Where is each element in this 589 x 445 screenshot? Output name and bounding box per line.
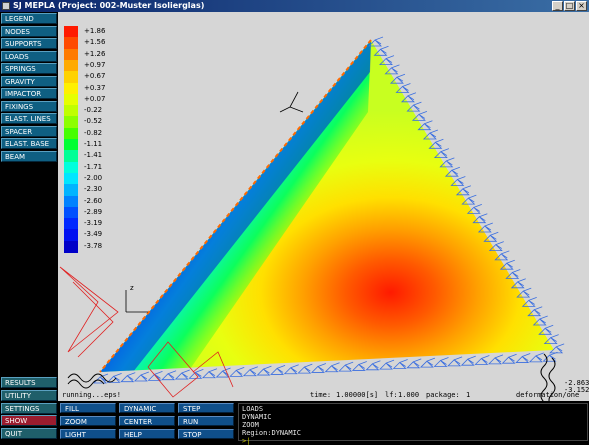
- sidebar-item-nodes[interactable]: NODES: [1, 25, 57, 37]
- title-bar: SJ MEPLA (Project: 002-Muster Isoliergla…: [0, 0, 589, 12]
- sidebar-item-spacer[interactable]: SPACER: [1, 125, 57, 137]
- command-console[interactable]: LOADS DYNAMIC ZOOM Region:DYNAMIC >|: [238, 403, 588, 445]
- package-label: package:: [426, 391, 460, 399]
- sidebar-item-fixings[interactable]: FIXINGS: [1, 100, 57, 112]
- time-value: 1.00000[s]: [336, 391, 379, 399]
- legend-swatch: [64, 127, 78, 140]
- step-button[interactable]: STEP: [178, 403, 234, 413]
- legend-swatch: [64, 161, 78, 174]
- light-button[interactable]: LIGHT: [60, 429, 116, 439]
- time-label: time:: [310, 391, 332, 399]
- sidebar-item-settings[interactable]: SETTINGS: [1, 402, 57, 414]
- view-orientation-icon: [279, 91, 304, 113]
- help-button[interactable]: HELP: [119, 429, 175, 439]
- console-line: DYNAMIC: [242, 413, 272, 421]
- sidebar-item-elast-lines[interactable]: ELAST. LINES: [1, 113, 57, 124]
- sidebar: LEGEND NODES SUPPORTS LOADS SPRINGS GRAVITY IM…: [0, 12, 58, 442]
- legend-swatch: [64, 105, 78, 118]
- stress-contour-plot: z: [59, 36, 565, 401]
- legend-value: -2.00: [84, 173, 103, 182]
- legend-value: -2.30: [84, 185, 103, 194]
- run-button[interactable]: RUN: [178, 416, 234, 426]
- legend-swatch: [64, 37, 78, 50]
- center-button[interactable]: CENTER: [119, 416, 175, 426]
- console-line: Region:DYNAMIC: [242, 429, 302, 437]
- sidebar-item-elast-base[interactable]: ELAST. BASE: [1, 138, 57, 149]
- legend-swatch: [64, 82, 78, 95]
- lf-value: 1.000: [398, 391, 420, 399]
- legend-swatch: [64, 93, 78, 106]
- sidebar-item-utility[interactable]: UTILITY: [1, 389, 57, 401]
- axis-z-label: z: [130, 284, 134, 292]
- legend-value: +0.97: [84, 60, 106, 69]
- legend-value: +1.26: [84, 49, 106, 58]
- legend-value: -2.60: [84, 196, 103, 205]
- legend-value: +1.56: [84, 38, 106, 47]
- legend-value: -1.11: [84, 140, 103, 148]
- sidebar-item-gravity[interactable]: GRAVITY: [1, 75, 57, 87]
- sidebar-item-show[interactable]: SHOW: [1, 415, 57, 427]
- app-icon: [2, 2, 10, 10]
- legend-swatch: [64, 184, 78, 197]
- legend-swatch: [64, 229, 78, 242]
- legend-value: +1.86: [84, 27, 106, 35]
- legend-value: -0.22: [84, 106, 103, 115]
- lf-label: lf:: [385, 391, 398, 399]
- console-line: ZOOM: [242, 421, 259, 429]
- legend-value: -0.82: [84, 128, 103, 137]
- legend-swatch: [64, 218, 78, 231]
- fem-viewport[interactable]: z +1.86 +1.56 +1.26 +0.97 +0.67 +0.37 +0.07 -0.…: [58, 12, 589, 401]
- window-title: SJ MEPLA (Project: 002-Muster Isoliergla…: [13, 1, 205, 10]
- legend-value: -3.19: [84, 219, 103, 228]
- legend-value: +0.07: [84, 94, 106, 103]
- legend-swatch: [64, 150, 78, 163]
- console-prompt[interactable]: >|: [242, 437, 584, 445]
- fill-button[interactable]: FILL: [60, 403, 116, 413]
- maximize-button[interactable]: □: [564, 1, 575, 11]
- legend-swatch: [64, 139, 78, 151]
- legend-value: -1.41: [84, 151, 103, 160]
- legend-value: -0.52: [84, 117, 103, 126]
- sidebar-item-springs[interactable]: SPRINGS: [1, 63, 57, 74]
- sidebar-item-quit[interactable]: QUIT: [1, 428, 57, 440]
- legend-swatch: [64, 59, 78, 72]
- legend-swatch: [64, 48, 78, 61]
- running-status: running...eps!: [62, 391, 122, 399]
- sidebar-item-loads[interactable]: LOADS: [1, 50, 57, 62]
- readout-2: -3.152: [564, 386, 589, 394]
- legend-value: -3.78: [84, 241, 103, 250]
- zoom-button[interactable]: ZOOM: [60, 416, 116, 426]
- legend-swatch: [64, 206, 78, 219]
- sidebar-item-beam[interactable]: BEAM: [1, 150, 57, 162]
- bottom-toolbar: FILL ZOOM LIGHT DYNAMIC CENTER HELP STEP RUN STO…: [58, 401, 589, 445]
- close-button[interactable]: ×: [576, 1, 587, 11]
- legend-swatch: [64, 116, 78, 129]
- legend-value: -1.71: [84, 162, 103, 171]
- legend-value: +0.37: [84, 83, 106, 92]
- legend-value: -2.89: [84, 207, 103, 216]
- legend-swatch: [64, 26, 78, 38]
- legend-swatch: [64, 71, 78, 84]
- legend-value: -3.49: [84, 230, 103, 239]
- legend-swatch: [64, 172, 78, 185]
- sidebar-item-results[interactable]: RESULTS: [1, 377, 57, 388]
- sidebar-item-legend[interactable]: LEGEND: [1, 13, 57, 24]
- legend-swatch: [64, 195, 78, 208]
- legend-swatch: [64, 240, 78, 253]
- console-line: LOADS: [242, 405, 264, 413]
- minimize-button[interactable]: _: [552, 1, 563, 11]
- stop-button[interactable]: STOP: [178, 429, 234, 439]
- sidebar-item-supports[interactable]: SUPPORTS: [1, 38, 57, 49]
- axis-indicator: [125, 290, 148, 313]
- dynamic-button[interactable]: DYNAMIC: [119, 403, 175, 413]
- legend-value: +0.67: [84, 72, 106, 81]
- package-value: 1: [466, 391, 471, 399]
- sidebar-item-impactor[interactable]: IMPACTOR: [1, 88, 57, 99]
